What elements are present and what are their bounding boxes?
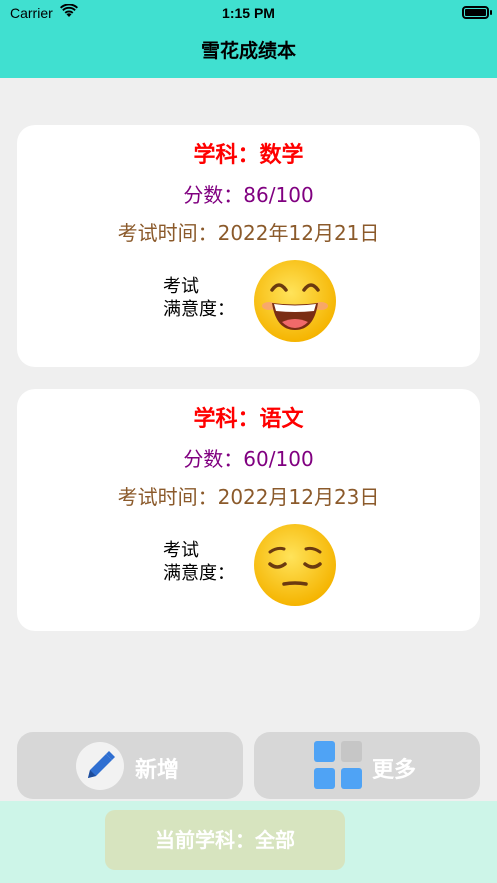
page-title: 雪花成绩本 xyxy=(200,40,296,62)
subject-label: 学科：数学 xyxy=(193,143,304,168)
exam-date-label: 考试时间：2022年12月21日 xyxy=(117,221,380,245)
add-record-button[interactable]: 新增 xyxy=(17,732,243,799)
pensive-face-icon xyxy=(254,524,336,606)
grid-icon xyxy=(314,741,362,789)
satisfaction-label: 考试 满意度： xyxy=(163,540,235,584)
subject-filter-button[interactable]: 当前学科：全部 xyxy=(105,810,345,870)
score-label: 分数：86/100 xyxy=(183,183,314,207)
subject-label: 学科：语文 xyxy=(193,407,304,432)
navigation-header: Carrier 1:15 PM 雪花成绩本 xyxy=(0,0,497,78)
footer-bar: 当前学科：全部 xyxy=(0,801,497,883)
status-bar: Carrier 1:15 PM xyxy=(0,0,497,26)
clock-label: 1:15 PM xyxy=(222,5,275,21)
more-button[interactable]: 更多 xyxy=(254,732,480,799)
satisfaction-label: 考试 满意度： xyxy=(163,276,235,320)
score-label: 分数：60/100 xyxy=(183,447,314,471)
grinning-face-icon xyxy=(254,260,336,342)
pencil-icon xyxy=(76,742,124,790)
add-button-label: 新增 xyxy=(135,758,180,783)
grade-card[interactable]: 学科：数学 分数：86/100 考试时间：2022年12月21日 考试 满意度： xyxy=(17,125,480,367)
exam-date-label: 考试时间：2022月12月23日 xyxy=(117,485,380,509)
battery-icon xyxy=(462,6,492,19)
more-button-label: 更多 xyxy=(372,758,417,783)
grade-card[interactable]: 学科：语文 分数：60/100 考试时间：2022月12月23日 考试 满意度： xyxy=(17,389,480,631)
